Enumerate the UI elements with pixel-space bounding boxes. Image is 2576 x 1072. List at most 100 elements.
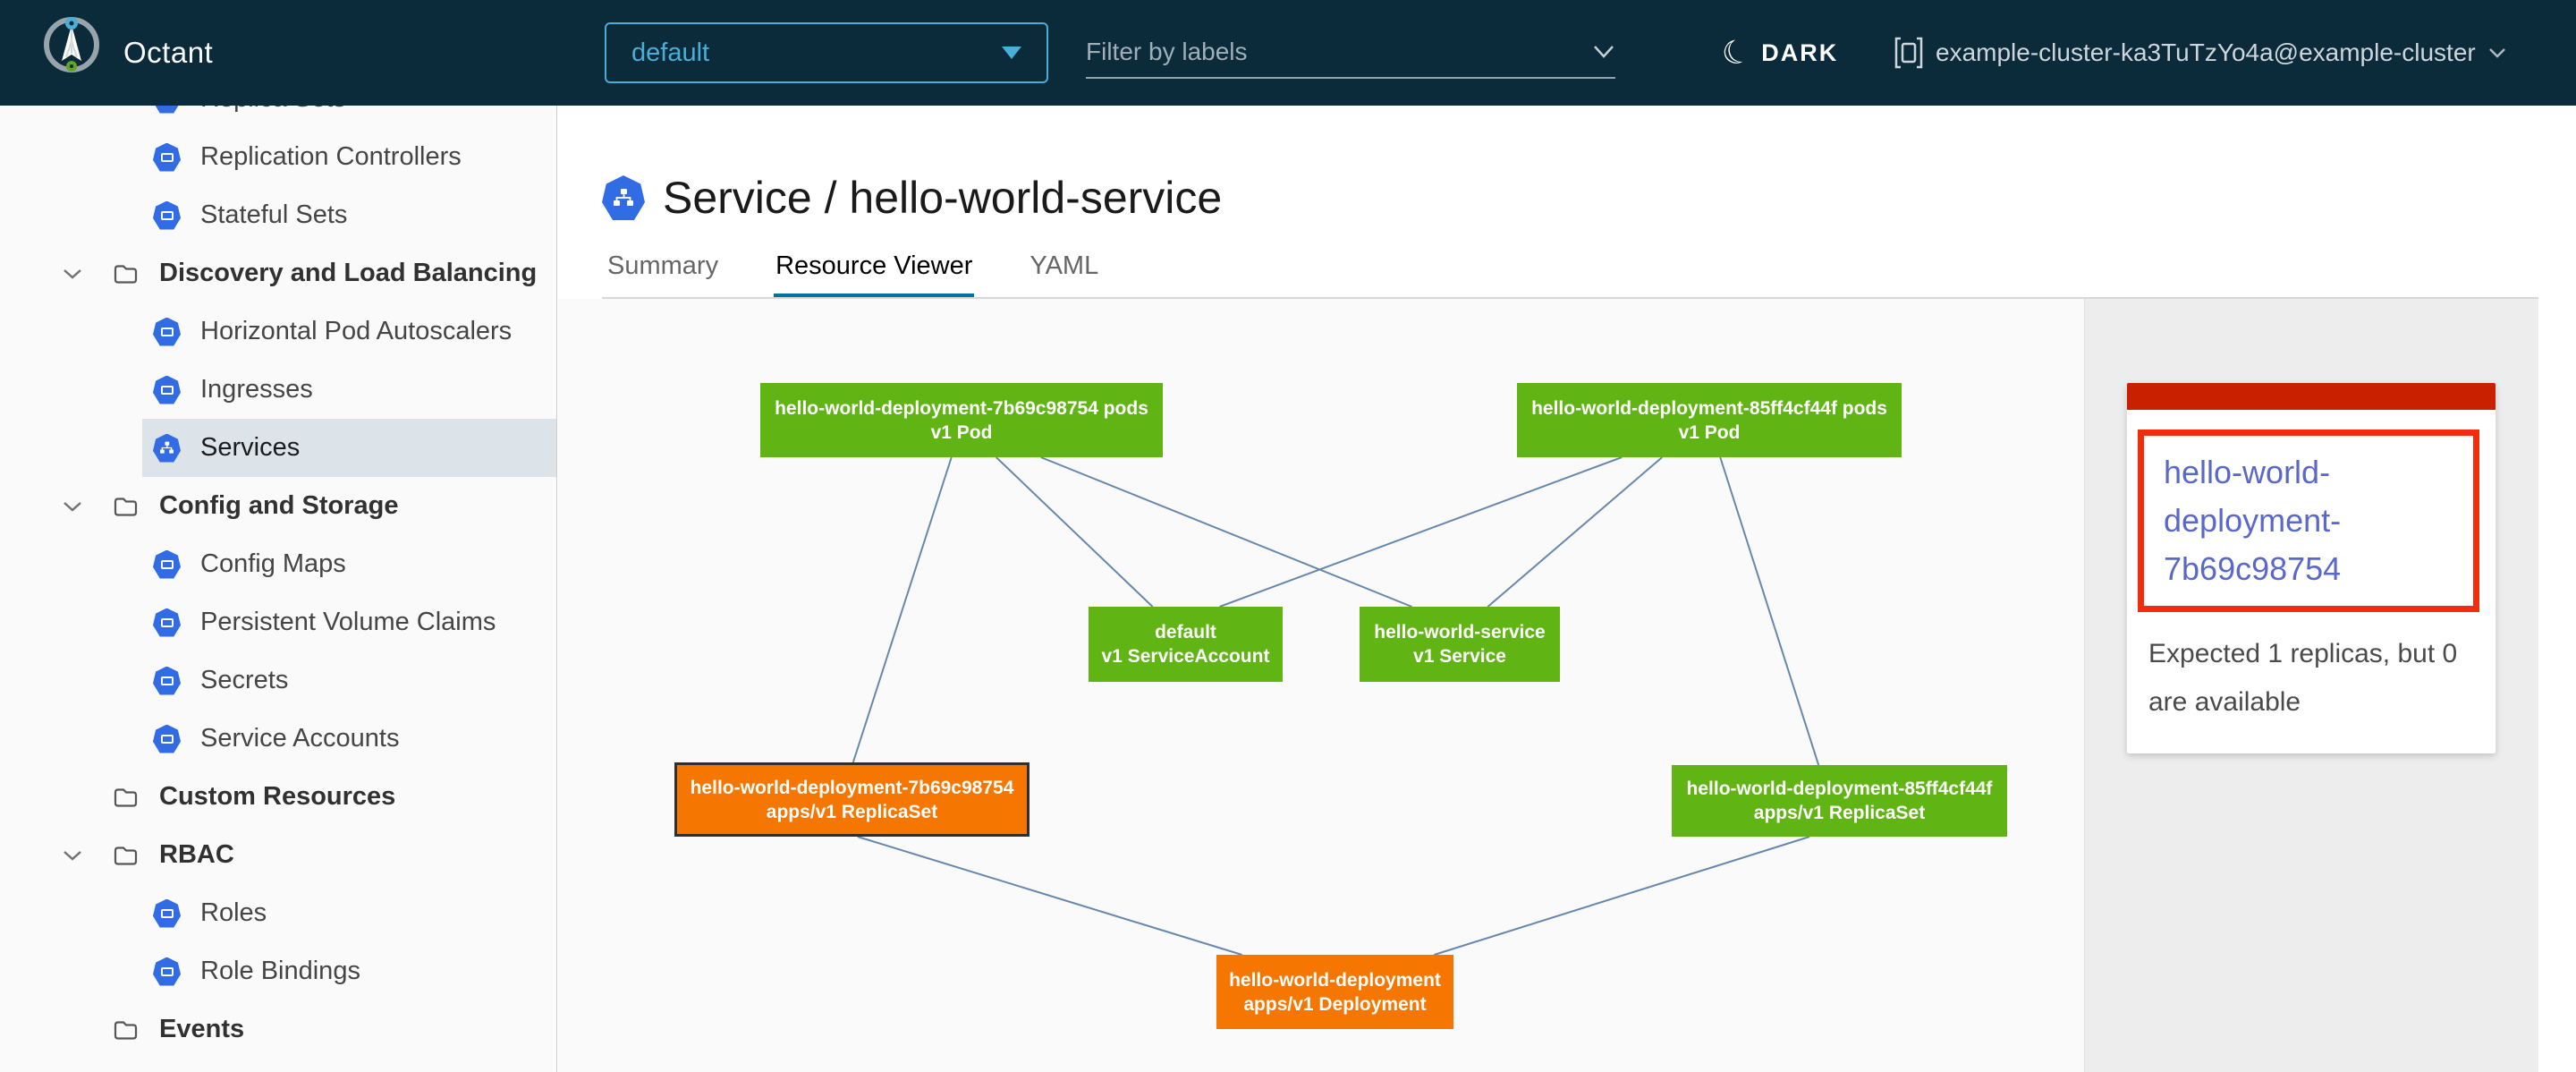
cluster-icon [1894, 36, 1923, 70]
sidebar-item-label: Horizontal Pod Autoscalers [200, 302, 512, 361]
sidebar-section-label: Events [159, 1000, 244, 1059]
resource-graph: hello-world-deployment-7b69c98754 podsv1… [558, 299, 2084, 1072]
sidebar-item-discovery-and-load-balancing[interactable]: Discovery and Load Balancing [0, 244, 556, 302]
sidebar-item-label: Services [200, 419, 300, 477]
edge-pod-7b69c98754--serviceaccount-default [996, 457, 1153, 607]
edge-pod-85ff4cf44f--service-hello-world-service [1487, 457, 1662, 607]
tab-summary[interactable]: Summary [606, 251, 720, 299]
namespace-select[interactable]: default [605, 22, 1048, 83]
sidebar-item-horizontal-pod-autoscalers[interactable]: Horizontal Pod Autoscalers [0, 302, 556, 361]
node-kind: v1 Pod [931, 421, 993, 445]
config-maps-icon [153, 550, 181, 579]
roles-icon [153, 899, 181, 928]
main-content: Service / hello-world-service Summary Re… [558, 106, 2576, 1072]
sidebar-item-config-and-storage[interactable]: Config and Storage [0, 477, 556, 535]
sidebar-item-label: Stateful Sets [200, 186, 347, 244]
deployment-link[interactable]: hello-world-deployment-7b69c98754 [2164, 448, 2461, 593]
app-header: Octant default ☾ DARK example-cluster-ka… [0, 0, 2576, 106]
edge-pod-7b69c98754--replicaset-7b69c98754 [853, 457, 952, 762]
node-kind: apps/v1 Deployment [1243, 992, 1426, 1017]
role-bindings-icon [153, 957, 181, 986]
moon-icon: ☾ [1717, 33, 1755, 72]
node-title: hello-world-deployment-85ff4cf44f pods [1531, 396, 1887, 421]
sidebar-item-replica-sets[interactable]: Replica Sets [0, 106, 556, 128]
graph-node-pod-7b69c98754[interactable]: hello-world-deployment-7b69c98754 podsv1… [760, 383, 1163, 457]
graph-node-pod-85ff4cf44f[interactable]: hello-world-deployment-85ff4cf44f podsv1… [1517, 383, 1902, 457]
sidebar-item-service-accounts[interactable]: Service Accounts [0, 710, 556, 768]
sidebar-item-label: Roles [200, 884, 267, 942]
sidebar-item-label: Ingresses [200, 361, 313, 419]
page-title: Service / hello-world-service [663, 172, 1222, 224]
service-accounts-icon [153, 725, 181, 753]
node-title: hello-world-deployment-7b69c98754 [691, 776, 1014, 800]
folder-icon [114, 845, 138, 865]
sidebar-item-custom-resources[interactable]: Custom Resources [0, 768, 556, 826]
cluster-selector[interactable]: example-cluster-ka3TuTzYo4a@example-clus… [1894, 0, 2506, 106]
sidebar-item-label: Service Accounts [200, 710, 399, 768]
node-kind: v1 ServiceAccount [1102, 644, 1270, 668]
secrets-icon [153, 667, 181, 695]
cluster-context-label: example-cluster-ka3TuTzYo4a@example-clus… [1936, 38, 2476, 67]
sidebar-item-persistent-volume-claims[interactable]: Persistent Volume Claims [0, 593, 556, 651]
graph-node-deployment-hello-world-deployment[interactable]: hello-world-deploymentapps/v1 Deployment [1216, 955, 1453, 1029]
theme-toggle-button[interactable]: ☾ DARK [1722, 0, 1838, 106]
persistent-volume-claims-icon [153, 608, 181, 637]
status-message: Expected 1 replicas, but 0 are available [2148, 630, 2462, 727]
services-icon [153, 434, 181, 463]
status-bar [2127, 383, 2496, 410]
node-kind: v1 Pod [1679, 421, 1741, 445]
namespace-value: default [631, 38, 1002, 68]
sidebar-item-role-bindings[interactable]: Role Bindings [0, 942, 556, 1000]
folder-icon [114, 787, 138, 807]
selected-resource-box: hello-world-deployment-7b69c98754 [2138, 430, 2479, 612]
graph-node-replicaset-85ff4cf44f[interactable]: hello-world-deployment-85ff4cf44fapps/v1… [1672, 765, 2007, 837]
edge-pod-85ff4cf44f--replicaset-85ff4cf44f [1720, 457, 1818, 765]
node-title: hello-world-service [1374, 620, 1545, 644]
folder-icon [114, 496, 138, 516]
chevron-down-icon [62, 500, 83, 513]
sidebar-item-rbac[interactable]: RBAC [0, 826, 556, 884]
sidebar-section-label: Config and Storage [159, 477, 398, 535]
chevron-down-icon [2488, 47, 2506, 59]
node-title: hello-world-deployment [1229, 968, 1441, 992]
sidebar-navigation: Replica SetsReplication ControllersState… [0, 106, 557, 1072]
edge-pod-85ff4cf44f--serviceaccount-default [1220, 457, 1623, 607]
sidebar-item-label: Persistent Volume Claims [200, 593, 496, 651]
graph-node-replicaset-7b69c98754[interactable]: hello-world-deployment-7b69c98754apps/v1… [674, 762, 1030, 837]
filter-labels-input[interactable] [1086, 38, 1592, 66]
graph-node-serviceaccount-default[interactable]: defaultv1 ServiceAccount [1089, 607, 1283, 682]
edge-replicaset-7b69c98754--deployment-hello-world-deployment [858, 837, 1242, 955]
caret-down-icon [1002, 47, 1021, 59]
node-title: default [1155, 620, 1216, 644]
node-title: hello-world-deployment-7b69c98754 pods [775, 396, 1148, 421]
sidebar-item-ingresses[interactable]: Ingresses [0, 361, 556, 419]
sidebar-item-config-maps[interactable]: Config Maps [0, 535, 556, 593]
theme-toggle-label: DARK [1761, 39, 1838, 67]
sidebar-item-label: Role Bindings [200, 942, 360, 1000]
sidebar-item-secrets[interactable]: Secrets [0, 651, 556, 710]
graph-node-service-hello-world-service[interactable]: hello-world-servicev1 Service [1360, 607, 1560, 682]
sidebar-item-stateful-sets[interactable]: Stateful Sets [0, 186, 556, 244]
scroll-gutter[interactable] [2538, 299, 2576, 1072]
node-kind: apps/v1 ReplicaSet [767, 800, 937, 824]
chevron-down-icon [62, 849, 83, 862]
sidebar-item-label: Replica Sets [200, 106, 346, 128]
edge-replicaset-85ff4cf44f--deployment-hello-world-deployment [1434, 837, 1809, 955]
sidebar-section-label: Custom Resources [159, 768, 395, 826]
tab-resource-viewer[interactable]: Resource Viewer [774, 251, 974, 299]
tab-yaml[interactable]: YAML [1028, 251, 1100, 299]
sidebar-item-events[interactable]: Events [0, 1000, 556, 1059]
chevron-down-icon [62, 268, 83, 280]
node-kind: v1 Service [1413, 644, 1506, 668]
sidebar-section-label: RBAC [159, 826, 234, 884]
chevron-down-icon[interactable] [1592, 45, 1615, 59]
horizontal-pod-autoscalers-icon [153, 318, 181, 346]
sidebar-item-replication-controllers[interactable]: Replication Controllers [0, 128, 556, 186]
sidebar-item-services[interactable]: Services [0, 419, 556, 477]
stateful-sets-icon [153, 201, 181, 230]
edge-pod-7b69c98754--service-hello-world-service [1041, 457, 1412, 607]
tab-bar: Summary Resource Viewer YAML [606, 251, 1100, 299]
sidebar-item-roles[interactable]: Roles [0, 884, 556, 942]
sidebar-section-label: Discovery and Load Balancing [159, 244, 537, 302]
octant-logo-icon [41, 14, 102, 75]
